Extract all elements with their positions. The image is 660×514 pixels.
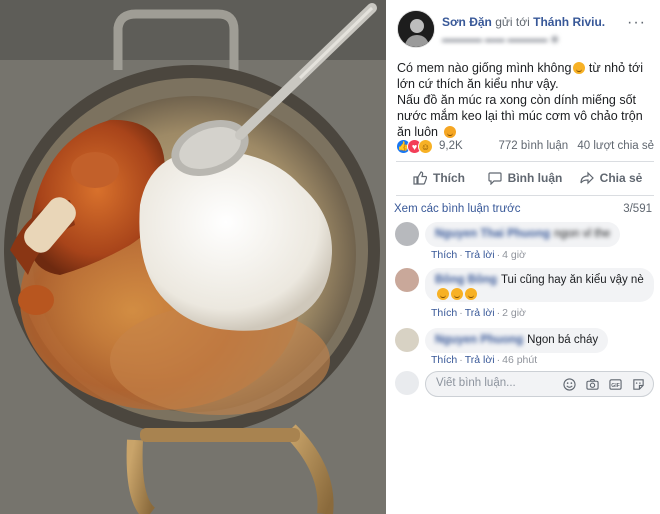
grin-emoji-icon xyxy=(451,288,463,300)
commenter-avatar[interactable] xyxy=(395,222,419,246)
comment-text: Tui cũng hay ăn kiểu vậy nè xyxy=(500,274,644,286)
comment-actions: Thích · Trả lời · 4 giờ xyxy=(431,249,526,261)
post-header: Sơn Đặn gửi tới Thánh Riviu. ▬▬▬▬ ▬▬ ▬▬▬… xyxy=(397,10,652,50)
commenter-name-blurred[interactable]: Nguyen Thai Phuong xyxy=(435,228,550,240)
comment-text: Ngon bá cháy xyxy=(527,334,599,346)
comment-time[interactable]: 4 giờ xyxy=(502,249,526,261)
comment-text: ngon vl the xyxy=(554,228,611,240)
post-stats: 772 bình luận 40 lượt chia sẻ xyxy=(492,140,654,152)
comment-like-link[interactable]: Thích xyxy=(431,307,457,319)
gif-icon[interactable]: GIF xyxy=(608,377,622,391)
post-text: Có mem nào giống mình không từ nhỏ tới l… xyxy=(397,60,652,140)
comment-like-link[interactable]: Thích xyxy=(431,249,457,261)
comments-page-count: 3/591 xyxy=(623,203,652,215)
composer-icons: GIF xyxy=(553,377,645,391)
reaction-icons[interactable]: 👍 ♥ ☺ xyxy=(396,139,433,154)
comment-bubble: Bông Bông Tui cũng hay ăn kiểu vậy nè xyxy=(425,268,654,302)
comment-input[interactable] xyxy=(436,377,561,389)
camera-icon[interactable] xyxy=(585,377,599,391)
commenter-name-blurred[interactable]: Bông Bông xyxy=(435,274,497,286)
comment-time[interactable]: 2 giờ xyxy=(502,307,526,319)
comment-composer: GIF xyxy=(395,369,655,403)
shares-count[interactable]: 40 lượt chia sẻ xyxy=(577,140,654,152)
grin-emoji-icon xyxy=(437,288,449,300)
comment-time[interactable]: 46 phút xyxy=(502,354,537,366)
comment-like-link[interactable]: Thích xyxy=(431,354,457,366)
author-avatar-image xyxy=(398,11,434,47)
timestamp-blurred: ▬▬▬▬ ▬▬ ▬▬▬▬ ◉ xyxy=(442,34,560,45)
comment-bubble: Nguyen Phuong Ngon bá cháy xyxy=(425,328,609,353)
like-button[interactable]: Thích xyxy=(396,164,482,192)
post-photo[interactable] xyxy=(0,0,386,514)
comment-bubble: Nguyen Thai Phuong ngon vl the xyxy=(425,222,621,247)
post-text-paragraph-2: Nấu đồ ăn múc ra xong còn dính miếng sốt… xyxy=(397,93,643,139)
divider xyxy=(396,195,654,196)
sent-to-text: gửi tới xyxy=(495,15,530,29)
target-page[interactable]: Thánh Riviu. xyxy=(533,15,605,29)
comment-button[interactable]: Bình luận xyxy=(482,164,568,192)
commenter-avatar[interactable] xyxy=(395,328,419,352)
author-name[interactable]: Sơn Đặn xyxy=(442,15,492,29)
comment-label: Bình luận xyxy=(507,171,563,185)
svg-text:GIF: GIF xyxy=(611,382,620,388)
commenter-avatar[interactable] xyxy=(395,268,419,292)
comment-box[interactable]: GIF xyxy=(425,371,654,397)
comment-actions: Thích · Trả lời · 46 phút xyxy=(431,354,538,366)
header-line: Sơn Đặn gửi tới Thánh Riviu. xyxy=(442,15,605,29)
reactions-summary: 👍 ♥ ☺ 9,2K 772 bình luận 40 lượt chia sẻ xyxy=(396,139,654,155)
commenter-name-blurred[interactable]: Nguyen Phuong xyxy=(435,334,523,346)
post-panel: Sơn Đặn gửi tới Thánh Riviu. ▬▬▬▬ ▬▬ ▬▬▬… xyxy=(386,0,660,514)
comment-icon xyxy=(488,171,502,185)
grin-emoji-icon xyxy=(573,62,586,74)
share-label: Chia sẻ xyxy=(599,171,643,185)
comments-count[interactable]: 772 bình luận xyxy=(498,140,568,152)
like-label: Thích xyxy=(433,171,465,185)
comment-reply-link[interactable]: Trả lời xyxy=(465,307,495,319)
grin-emoji-icon xyxy=(465,288,477,300)
more-options-button[interactable]: ··· xyxy=(627,14,646,32)
haha-icon: ☺ xyxy=(418,139,433,154)
comment-reply-link[interactable]: Trả lời xyxy=(465,249,495,261)
view-previous-row: Xem các bình luận trước 3/591 xyxy=(394,203,652,215)
share-button[interactable]: Chia sẻ xyxy=(568,164,654,192)
food-photo-illustration xyxy=(0,0,386,514)
thumb-icon xyxy=(413,171,427,185)
comment-actions: Thích · Trả lời · 2 giờ xyxy=(431,307,526,319)
share-icon xyxy=(580,171,594,185)
yum-emoji-icon xyxy=(443,126,456,138)
divider xyxy=(396,161,654,162)
emoji-icon[interactable] xyxy=(562,377,576,391)
view-previous-comments-link[interactable]: Xem các bình luận trước xyxy=(394,203,520,215)
post-text-paragraph-1: Có mem nào giống mình không từ nhỏ tới l… xyxy=(397,61,643,91)
comment-reply-link[interactable]: Trả lời xyxy=(465,354,495,366)
sticker-icon[interactable] xyxy=(631,377,645,391)
reaction-count[interactable]: 9,2K xyxy=(439,140,463,152)
current-user-avatar xyxy=(395,371,419,395)
author-avatar[interactable] xyxy=(397,10,435,48)
action-bar: Thích Bình luận Chia sẻ xyxy=(396,164,654,192)
